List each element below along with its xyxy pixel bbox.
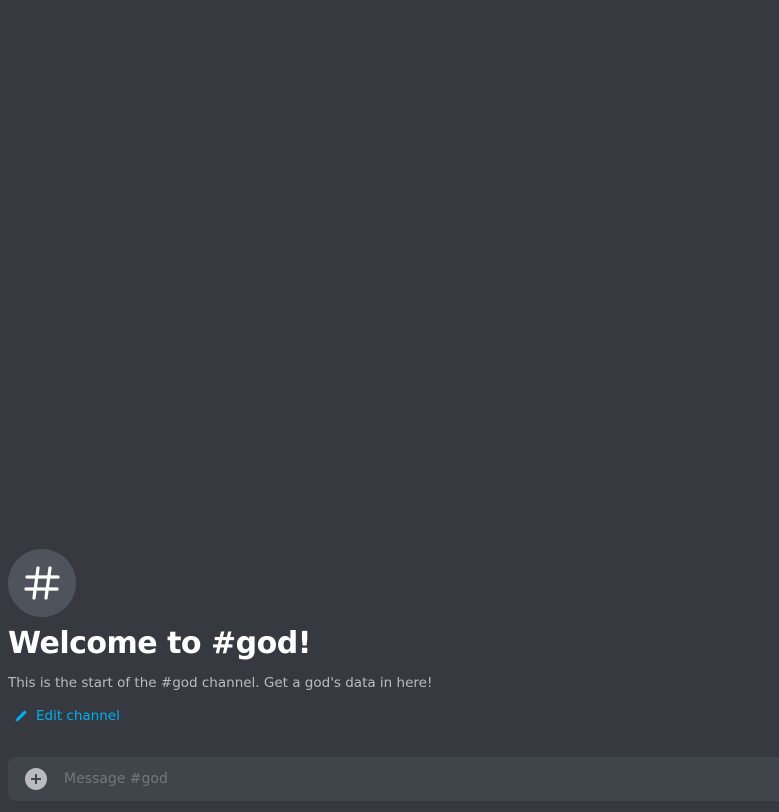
chat-view: Welcome to #god! This is the start of th… xyxy=(0,0,779,812)
plus-circle-icon[interactable] xyxy=(25,768,47,790)
edit-channel-button[interactable]: Edit channel xyxy=(14,706,120,726)
message-composer xyxy=(8,757,779,801)
channel-avatar xyxy=(8,549,76,617)
pencil-icon xyxy=(14,709,28,723)
channel-description: This is the start of the #god channel. G… xyxy=(8,675,433,691)
message-input[interactable] xyxy=(64,757,779,801)
hash-icon xyxy=(22,563,62,603)
welcome-title: Welcome to #god! xyxy=(8,626,311,661)
edit-channel-label: Edit channel xyxy=(36,708,120,724)
